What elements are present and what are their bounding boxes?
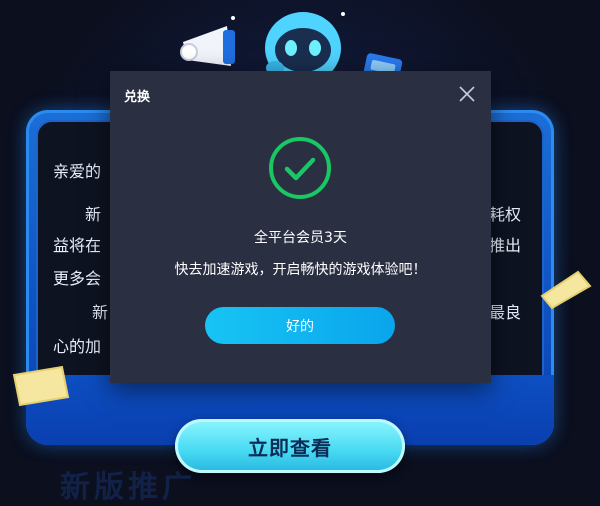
megaphone-icon: [180, 26, 235, 66]
promo-text-line3-left: 更多会: [53, 269, 102, 288]
dialog-title: 兑换: [124, 90, 151, 105]
view-now-button[interactable]: 立即查看: [175, 419, 405, 473]
promo-text-line4-right: 最良: [489, 303, 522, 322]
ticket-icon: [540, 270, 592, 310]
promo-text-line1-right: 耗权: [489, 205, 522, 224]
promo-text-line4-left: 新: [92, 303, 109, 322]
promo-greeting: 亲爱的: [53, 162, 102, 181]
footer-partial-text: 新版推广: [60, 470, 196, 505]
ok-button[interactable]: 好的: [205, 307, 395, 344]
close-icon[interactable]: [456, 83, 478, 105]
promo-text-line2-right: 推出: [489, 236, 522, 255]
promo-text-line5-left: 心的加: [53, 337, 102, 356]
redeem-dialog: 兑换 全平台会员3天 快去加速游戏，开启畅快的游戏体验吧！ 好的: [110, 71, 491, 383]
check-circle-icon: [269, 137, 331, 199]
promo-text-line1-left: 新: [85, 205, 102, 224]
reward-description: 快去加速游戏，开启畅快的游戏体验吧！: [174, 262, 427, 278]
reward-title: 全平台会员3天: [254, 230, 347, 246]
ticket-icon: [12, 365, 70, 407]
promo-text-line2-left: 益将在: [53, 236, 102, 255]
